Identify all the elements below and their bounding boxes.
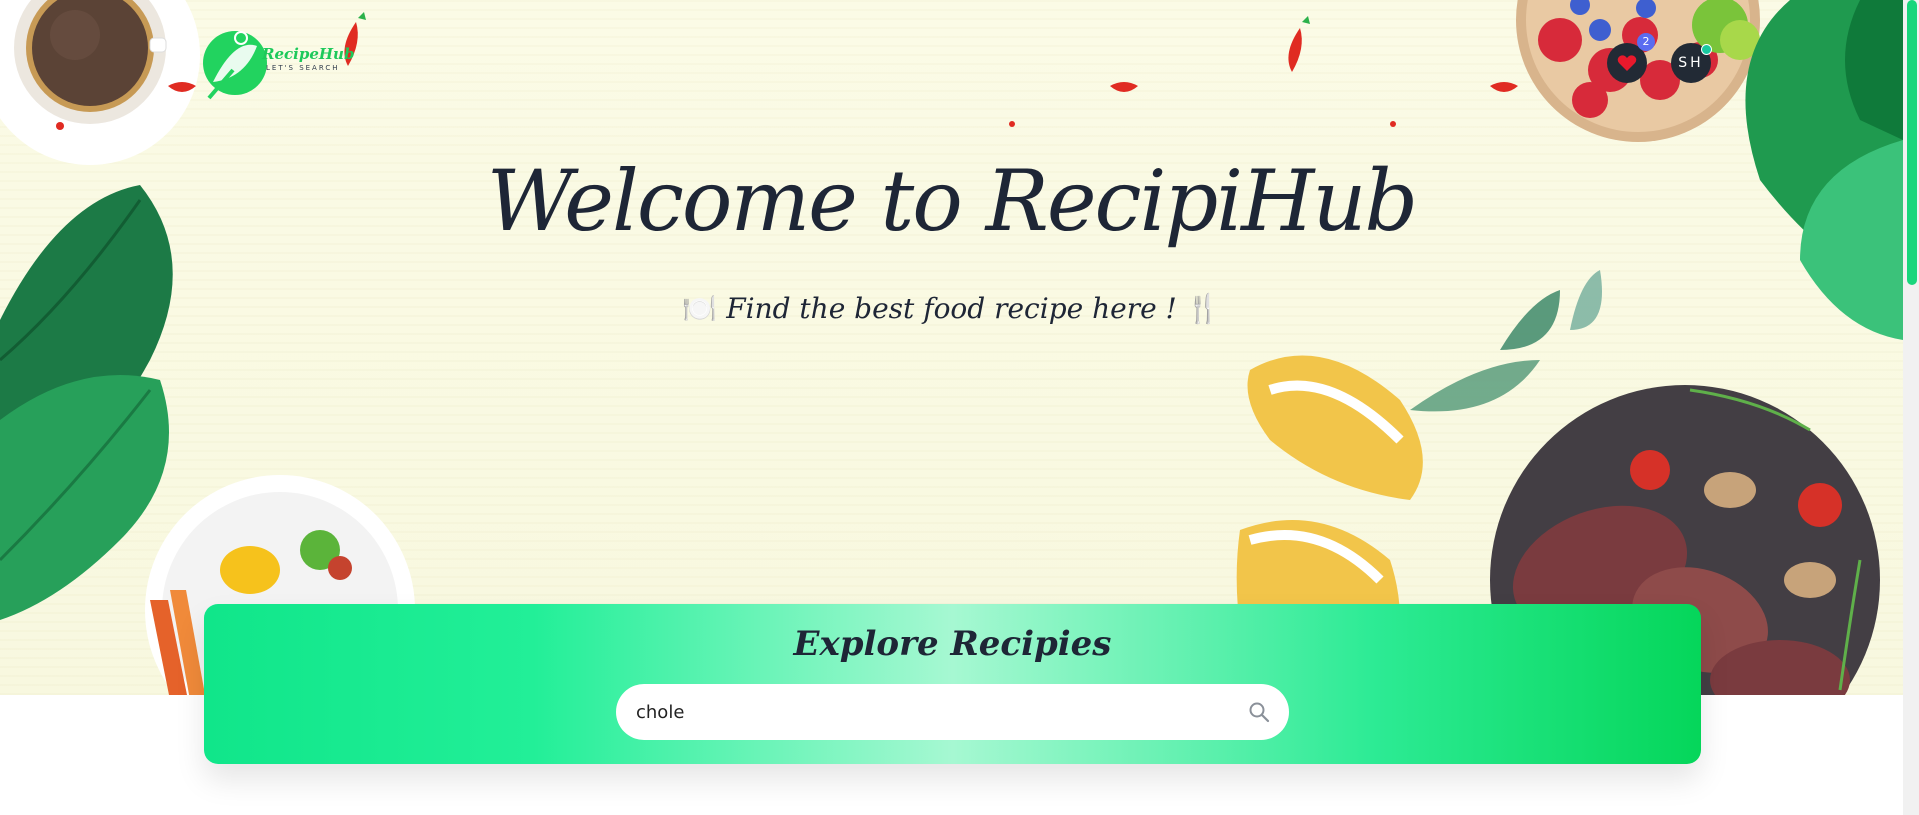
page-scrollbar[interactable] — [1903, 0, 1919, 815]
logo-name: RecipeHub — [262, 45, 355, 63]
page: RecipeHub LET'S SEARCH 2 SH Welcome to R… — [0, 0, 1919, 815]
favorites-count-badge: 2 — [1637, 33, 1655, 51]
scrollbar-thumb[interactable] — [1907, 0, 1917, 285]
plate-cutlery-icon: 🍽️ — [682, 292, 718, 325]
fork-knife-icon: 🍴 — [1185, 292, 1221, 325]
search-card: Explore Recipies — [204, 604, 1701, 764]
hero-subtitle-text: Find the best food recipe here ! — [726, 292, 1177, 325]
hero-title: Welcome to RecipiHub — [486, 152, 1418, 250]
online-status-dot — [1701, 44, 1712, 55]
hero-banner: RecipeHub LET'S SEARCH 2 SH Welcome to R… — [0, 0, 1903, 695]
logo-tagline: LET'S SEARCH — [266, 64, 340, 72]
search-title: Explore Recipies — [793, 624, 1112, 664]
leaf-left-illustration — [0, 185, 173, 620]
search-box — [616, 684, 1289, 740]
heart-icon — [1617, 55, 1637, 71]
search-input[interactable] — [636, 684, 1226, 740]
hero-subtitle: 🍽️ Find the best food recipe here ! 🍴 — [0, 292, 1903, 325]
coffee-cup-illustration — [0, 0, 200, 165]
logo-icon[interactable] — [195, 18, 375, 108]
search-icon[interactable] — [1247, 700, 1271, 724]
